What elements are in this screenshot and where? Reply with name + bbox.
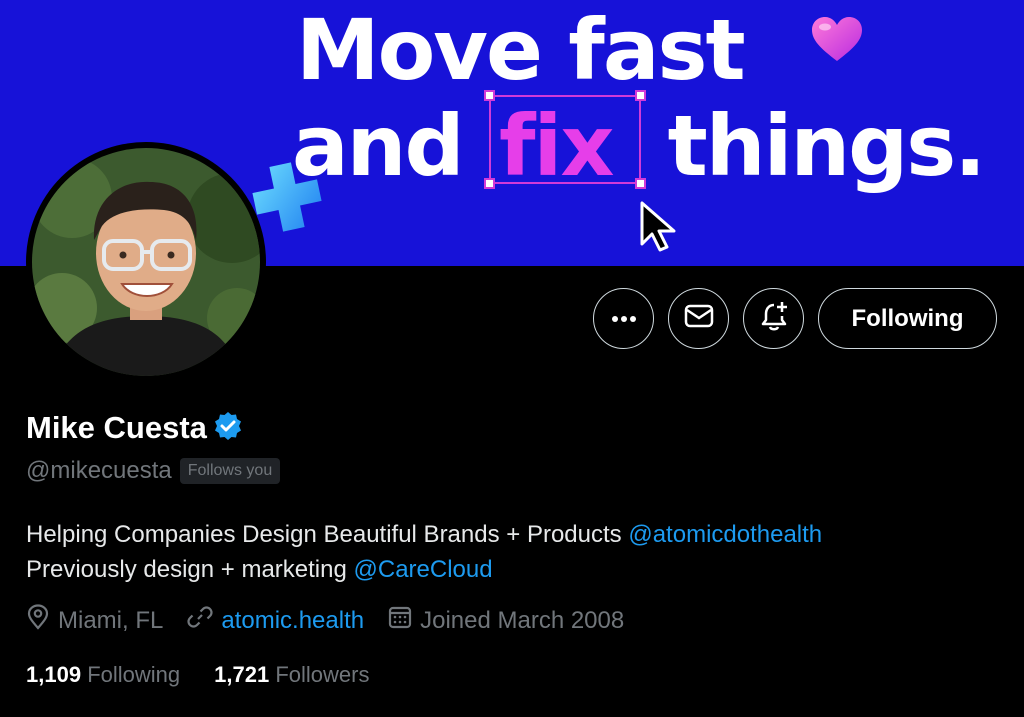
followers-count: 1,721 xyxy=(214,662,270,687)
location: Miami, FL xyxy=(26,604,163,637)
bio-text-2: Previously design + marketing xyxy=(26,556,354,583)
cursor-icon xyxy=(638,200,680,257)
banner-word-fix: fix xyxy=(499,97,615,195)
message-button[interactable] xyxy=(668,288,729,349)
location-text: Miami, FL xyxy=(58,606,164,634)
verified-badge-icon[interactable] xyxy=(213,411,243,446)
display-name: Mike Cuesta xyxy=(26,410,207,445)
bell-plus-icon xyxy=(758,300,790,337)
mention-link-carecloud[interactable]: @CareCloud xyxy=(354,556,493,583)
following-label: Following xyxy=(87,662,181,687)
location-pin-icon xyxy=(26,604,58,637)
more-icon xyxy=(611,310,637,328)
join-date-text: Joined March 2008 xyxy=(420,606,625,634)
following-count: 1,109 xyxy=(26,662,82,687)
envelope-icon xyxy=(684,304,714,333)
website[interactable]: atomic.health xyxy=(187,604,364,637)
more-options-button[interactable] xyxy=(593,288,654,349)
bio-text-1: Helping Companies Design Beautiful Brand… xyxy=(26,521,629,548)
banner-word-things: things. xyxy=(667,97,987,195)
follow-stats: 1,109 Following 1,721 Followers xyxy=(26,662,403,688)
link-icon xyxy=(187,604,221,637)
follows-you-badge: Follows you xyxy=(179,458,281,484)
username: @mikecuesta xyxy=(26,457,172,484)
profile-meta: Miami, FL atomic.health Joined March 200… xyxy=(26,604,648,637)
profile-bio: Helping Companies Design Beautiful Brand… xyxy=(26,517,1006,587)
avatar[interactable] xyxy=(26,142,266,382)
mention-link-atomicdothealth[interactable]: @atomicdothealth xyxy=(628,521,822,548)
following-button[interactable]: Following xyxy=(818,288,997,349)
calendar-icon xyxy=(388,605,420,636)
notifications-button[interactable] xyxy=(743,288,804,349)
profile-name-row: Mike Cuesta xyxy=(26,410,243,446)
following-stat[interactable]: 1,109 Following xyxy=(26,662,180,688)
heart-icon xyxy=(810,16,864,69)
avatar-photo xyxy=(32,148,260,376)
join-date: Joined March 2008 xyxy=(388,605,624,636)
followers-label: Followers xyxy=(275,662,370,687)
followers-stat[interactable]: 1,721 Followers xyxy=(214,662,369,688)
banner-line-1: Move fast xyxy=(296,1,746,99)
website-link[interactable]: atomic.health xyxy=(221,607,364,635)
handle-row: @mikecuesta Follows you xyxy=(26,457,281,485)
